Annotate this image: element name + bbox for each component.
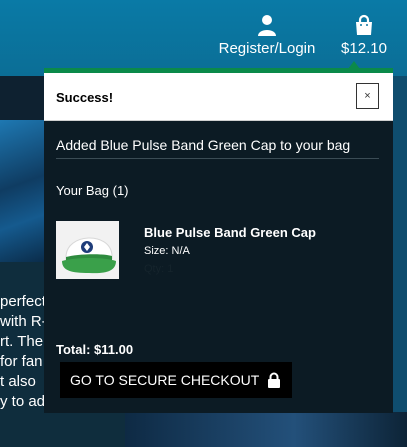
page-background-right <box>393 76 407 412</box>
user-icon <box>258 15 276 36</box>
product-quantity: Qty: 1 <box>144 263 174 275</box>
checkout-label: GO TO SECURE CHECKOUT <box>70 372 260 388</box>
secure-checkout-button[interactable]: GO TO SECURE CHECKOUT <box>60 362 292 398</box>
close-button[interactable]: × <box>356 83 379 109</box>
popup-header: Success! × <box>44 73 393 121</box>
page-image-fragment <box>125 412 407 447</box>
product-size: Size: N/A <box>144 245 190 257</box>
lock-icon <box>267 372 280 388</box>
hero-image-fragment <box>0 120 44 262</box>
product-name[interactable]: Blue Pulse Band Green Cap <box>144 225 316 240</box>
popup-accent-bar <box>44 68 393 73</box>
site-header: Register/Login $12.10 <box>0 0 407 76</box>
bag-success-popup: Success! × Added Blue Pulse Band Green C… <box>44 73 393 413</box>
shopping-bag-icon <box>356 14 372 35</box>
bag-total: $12.10 <box>341 40 387 57</box>
register-login-label: Register/Login <box>218 40 316 57</box>
register-login-link[interactable]: Register/Login <box>214 14 320 57</box>
bag-link[interactable]: $12.10 <box>336 14 392 57</box>
added-message: Added Blue Pulse Band Green Cap to your … <box>56 137 351 153</box>
bag-title: Your Bag (1) <box>56 183 129 198</box>
popup-title: Success! <box>56 90 114 105</box>
bag-total-amount: Total: $11.00 <box>56 342 134 357</box>
green-cap-image[interactable] <box>56 221 119 279</box>
divider <box>56 158 379 159</box>
